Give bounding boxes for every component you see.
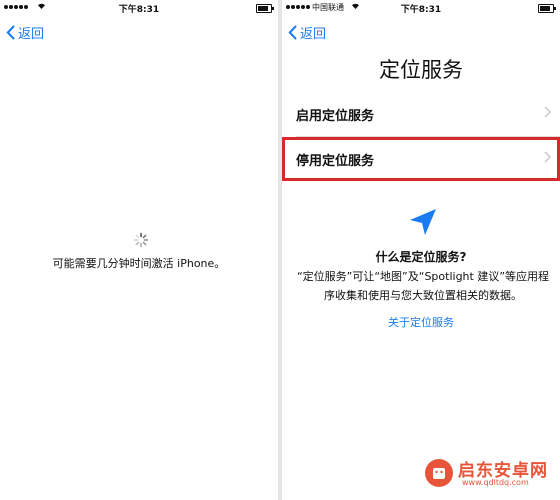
disable-location-services-label: 停用定位服务: [296, 153, 375, 169]
page-title: 定位服务: [379, 58, 463, 82]
back-label: 返回: [18, 26, 45, 42]
about-location-description: “定位服务”可让“地图”及“Spotlight 建议”等应用程序收集和使用与您大…: [296, 270, 550, 302]
battery-icon: [256, 4, 274, 13]
about-location-title: 什么是定位服务?: [375, 250, 467, 264]
android-logo-icon: [425, 459, 453, 487]
watermark-url: www.qdltdq.com: [462, 478, 529, 487]
spinner-icon: [133, 232, 149, 248]
location-arrow-icon: [410, 209, 436, 235]
back-label: 返回: [300, 26, 327, 42]
back-button[interactable]: 返回: [288, 22, 326, 42]
chevron-right-icon: [544, 151, 551, 163]
back-chevron-icon: [288, 25, 297, 39]
battery-icon: [538, 4, 556, 13]
status-bar: 中国联通 下午8:31: [282, 0, 560, 16]
chevron-right-icon: [544, 106, 551, 118]
location-services-screen: 中国联通 下午8:31 返回 定位服务 启用定位服务 停用定位服务 什么是定位服…: [282, 0, 560, 500]
back-chevron-icon: [6, 25, 15, 39]
enable-location-services-row[interactable]: 启用定位服务: [282, 92, 560, 136]
status-time: 下午8:31: [400, 5, 442, 15]
activation-screen: 下午8:31 返回 可能需要几分钟时间激活 iPhone。: [0, 0, 278, 500]
back-button[interactable]: 返回: [6, 22, 44, 42]
activation-wait-message: 可能需要几分钟时间激活 iPhone。: [52, 257, 226, 270]
enable-location-services-label: 启用定位服务: [296, 108, 375, 124]
about-location-services-link[interactable]: 关于定位服务: [282, 314, 560, 330]
disable-location-services-row[interactable]: 停用定位服务: [282, 137, 560, 181]
status-time: 下午8:31: [118, 5, 160, 15]
status-bar: 下午8:31: [0, 0, 278, 16]
site-watermark: 启东安卓网 www.qdltdq.com: [424, 454, 556, 494]
